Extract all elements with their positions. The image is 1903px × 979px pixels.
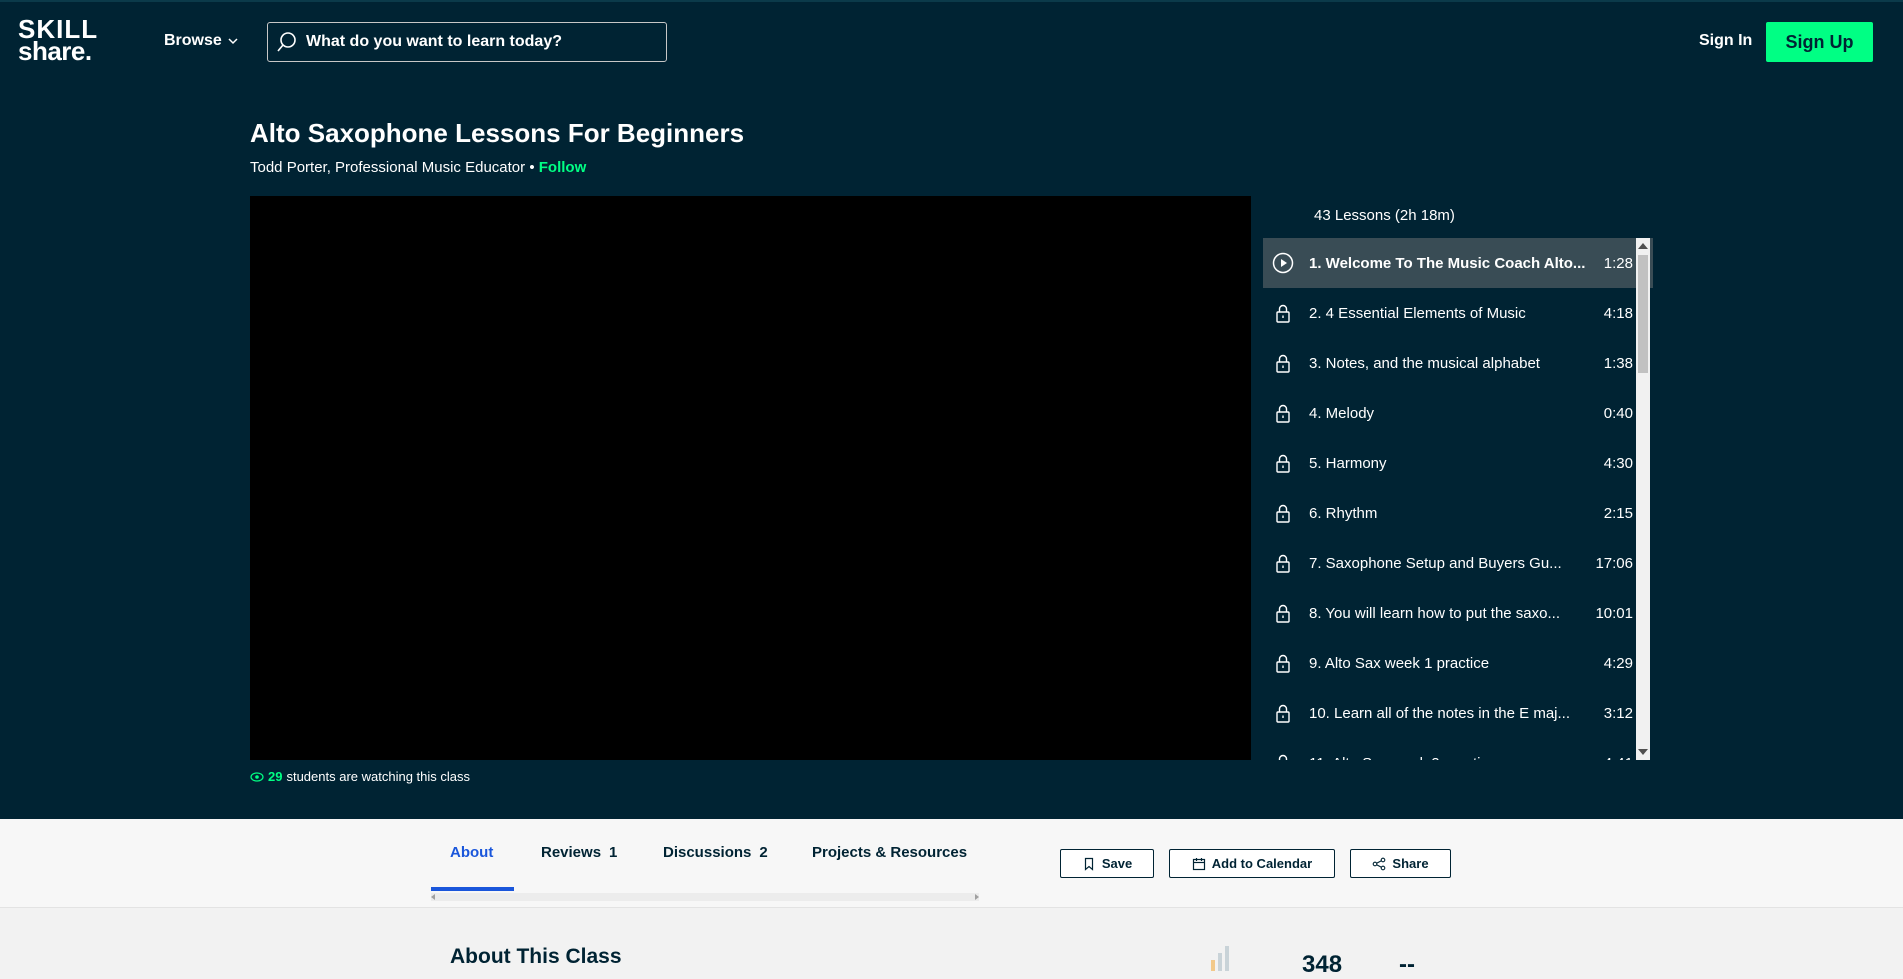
lesson-item[interactable]: 10. Learn all of the notes in the E maj.… [1263,688,1653,738]
lesson-title: 10. Learn all of the notes in the E maj.… [1309,704,1570,722]
lock-icon [1271,601,1295,625]
tab-about-label: About [450,844,494,861]
share-button[interactable]: Share [1350,849,1451,878]
logo-line-2: share. [18,36,92,66]
add-to-calendar-label: Add to Calendar [1211,856,1313,871]
lesson-item[interactable]: 1. Welcome To The Music Coach Alto... 1:2… [1263,238,1653,288]
scroll-up-arrow[interactable] [1638,243,1648,249]
lesson-title: 9. Alto Sax week 1 practice [1309,654,1490,672]
browse-menu[interactable]: Browse [164,32,240,50]
lesson-title: 4. Melody [1309,404,1375,422]
scroll-down-arrow[interactable] [1638,749,1648,755]
scroll-thumb[interactable] [1638,255,1648,373]
tab-discussions-count: 2 [759,844,768,861]
save-button[interactable]: Save [1060,849,1154,878]
browse-label: Browse [164,32,222,49]
skillshare-logo[interactable]: SKILL share. [18,16,98,66]
active-tab-indicator [431,887,514,891]
bookmark-icon [1084,857,1093,871]
lesson-title: 3. Notes, and the musical alphabet [1309,354,1540,372]
lock-icon [1271,551,1295,575]
search-box[interactable] [267,22,667,62]
lesson-item[interactable]: 9. Alto Sax week 1 practice 4:29 [1263,638,1653,688]
play-icon [1271,251,1295,275]
lock-icon [1271,751,1295,760]
lock-icon [1271,651,1295,675]
course-title: Alto Saxophone Lessons For Beginners [250,118,745,148]
lock-icon [1271,451,1295,475]
tabs-scrollbar[interactable] [431,893,979,901]
lesson-item[interactable]: 11. Alto Sax week 2 practice4:41 [1263,738,1653,760]
watching-count: 29 [268,769,283,784]
tab-reviews[interactable]: Reviews 1 [541,844,617,861]
lessons-summary: 43 Lessons (2h 18m) [1314,207,1455,224]
lesson-title: 6. Rhythm [1309,504,1378,522]
eye-icon [250,771,264,782]
about-section-title: About This Class [450,945,622,968]
tab-discussions[interactable]: Discussions 2 [663,844,768,861]
tabs-scroll-left-arrow[interactable] [431,894,435,900]
secondary-stat: -- [1399,951,1415,978]
video-player[interactable] [250,196,1251,760]
lesson-list[interactable]: 1. Welcome To The Music Coach Alto... 1:2… [1263,238,1653,760]
lesson-title: 11. Alto Sax week 2 practice [1309,755,1593,761]
watching-text: students are watching this class [286,769,471,784]
lesson-item[interactable]: 4. Melody 0:40 [1263,388,1653,438]
lock-icon [1271,501,1295,525]
lesson-item[interactable]: 5. Harmony 4:30 [1263,438,1653,488]
course-byline: Todd Porter, Professional Music Educator… [250,159,586,176]
lesson-title: 8. You will learn how to put the saxo... [1309,604,1560,622]
lock-icon [1271,351,1295,375]
byline-separator: • [529,159,535,176]
lock-icon [1271,301,1295,325]
lock-icon [1271,401,1295,425]
chevron-down-icon [228,38,238,45]
search-input[interactable] [306,33,646,51]
calendar-icon [1192,857,1205,870]
tab-projects-label: Projects & Resources [812,844,968,861]
tab-discussions-label: Discussions [663,844,752,861]
lesson-item[interactable]: 7. Saxophone Setup and Buyers Gu... 17:06 [1263,538,1653,588]
watching-indicator: 29 students are watching this class [250,769,470,784]
bar-chart-icon [1211,946,1229,971]
tab-reviews-label: Reviews [541,844,602,861]
tab-projects-resources[interactable]: Projects & Resources [812,844,967,861]
lesson-item[interactable]: 6. Rhythm 2:15 [1263,488,1653,538]
save-button-label: Save [1101,856,1133,871]
lesson-item[interactable]: 3. Notes, and the musical alphabet 1:38 [1263,338,1653,388]
follow-button[interactable]: Follow [539,159,587,176]
lesson-title: 2. 4 Essential Elements of Music [1309,304,1526,322]
lesson-list-scrollbar[interactable] [1636,238,1650,760]
lesson-item[interactable]: 8. You will learn how to put the saxo...… [1263,588,1653,638]
share-button-label: Share [1392,856,1429,871]
tab-about[interactable]: About [450,844,493,861]
sign-up-button[interactable]: Sign Up [1766,22,1873,62]
lock-icon [1271,701,1295,725]
lesson-item[interactable]: 2. 4 Essential Elements of Music 4:18 [1263,288,1653,338]
lesson-title: 5. Harmony [1309,454,1387,472]
add-to-calendar-button[interactable]: Add to Calendar [1169,849,1335,878]
sign-in-link[interactable]: Sign In [1699,32,1752,50]
students-count: 348 [1302,951,1343,978]
share-icon [1373,857,1386,870]
lesson-title: 7. Saxophone Setup and Buyers Gu... [1309,554,1562,572]
tab-reviews-count: 1 [609,844,618,861]
lesson-title: 1. Welcome To The Music Coach Alto... [1309,254,1586,272]
instructor-name[interactable]: Todd Porter, Professional Music Educator [250,159,525,176]
tabs-scroll-right-arrow[interactable] [975,894,979,900]
search-icon [277,32,296,52]
